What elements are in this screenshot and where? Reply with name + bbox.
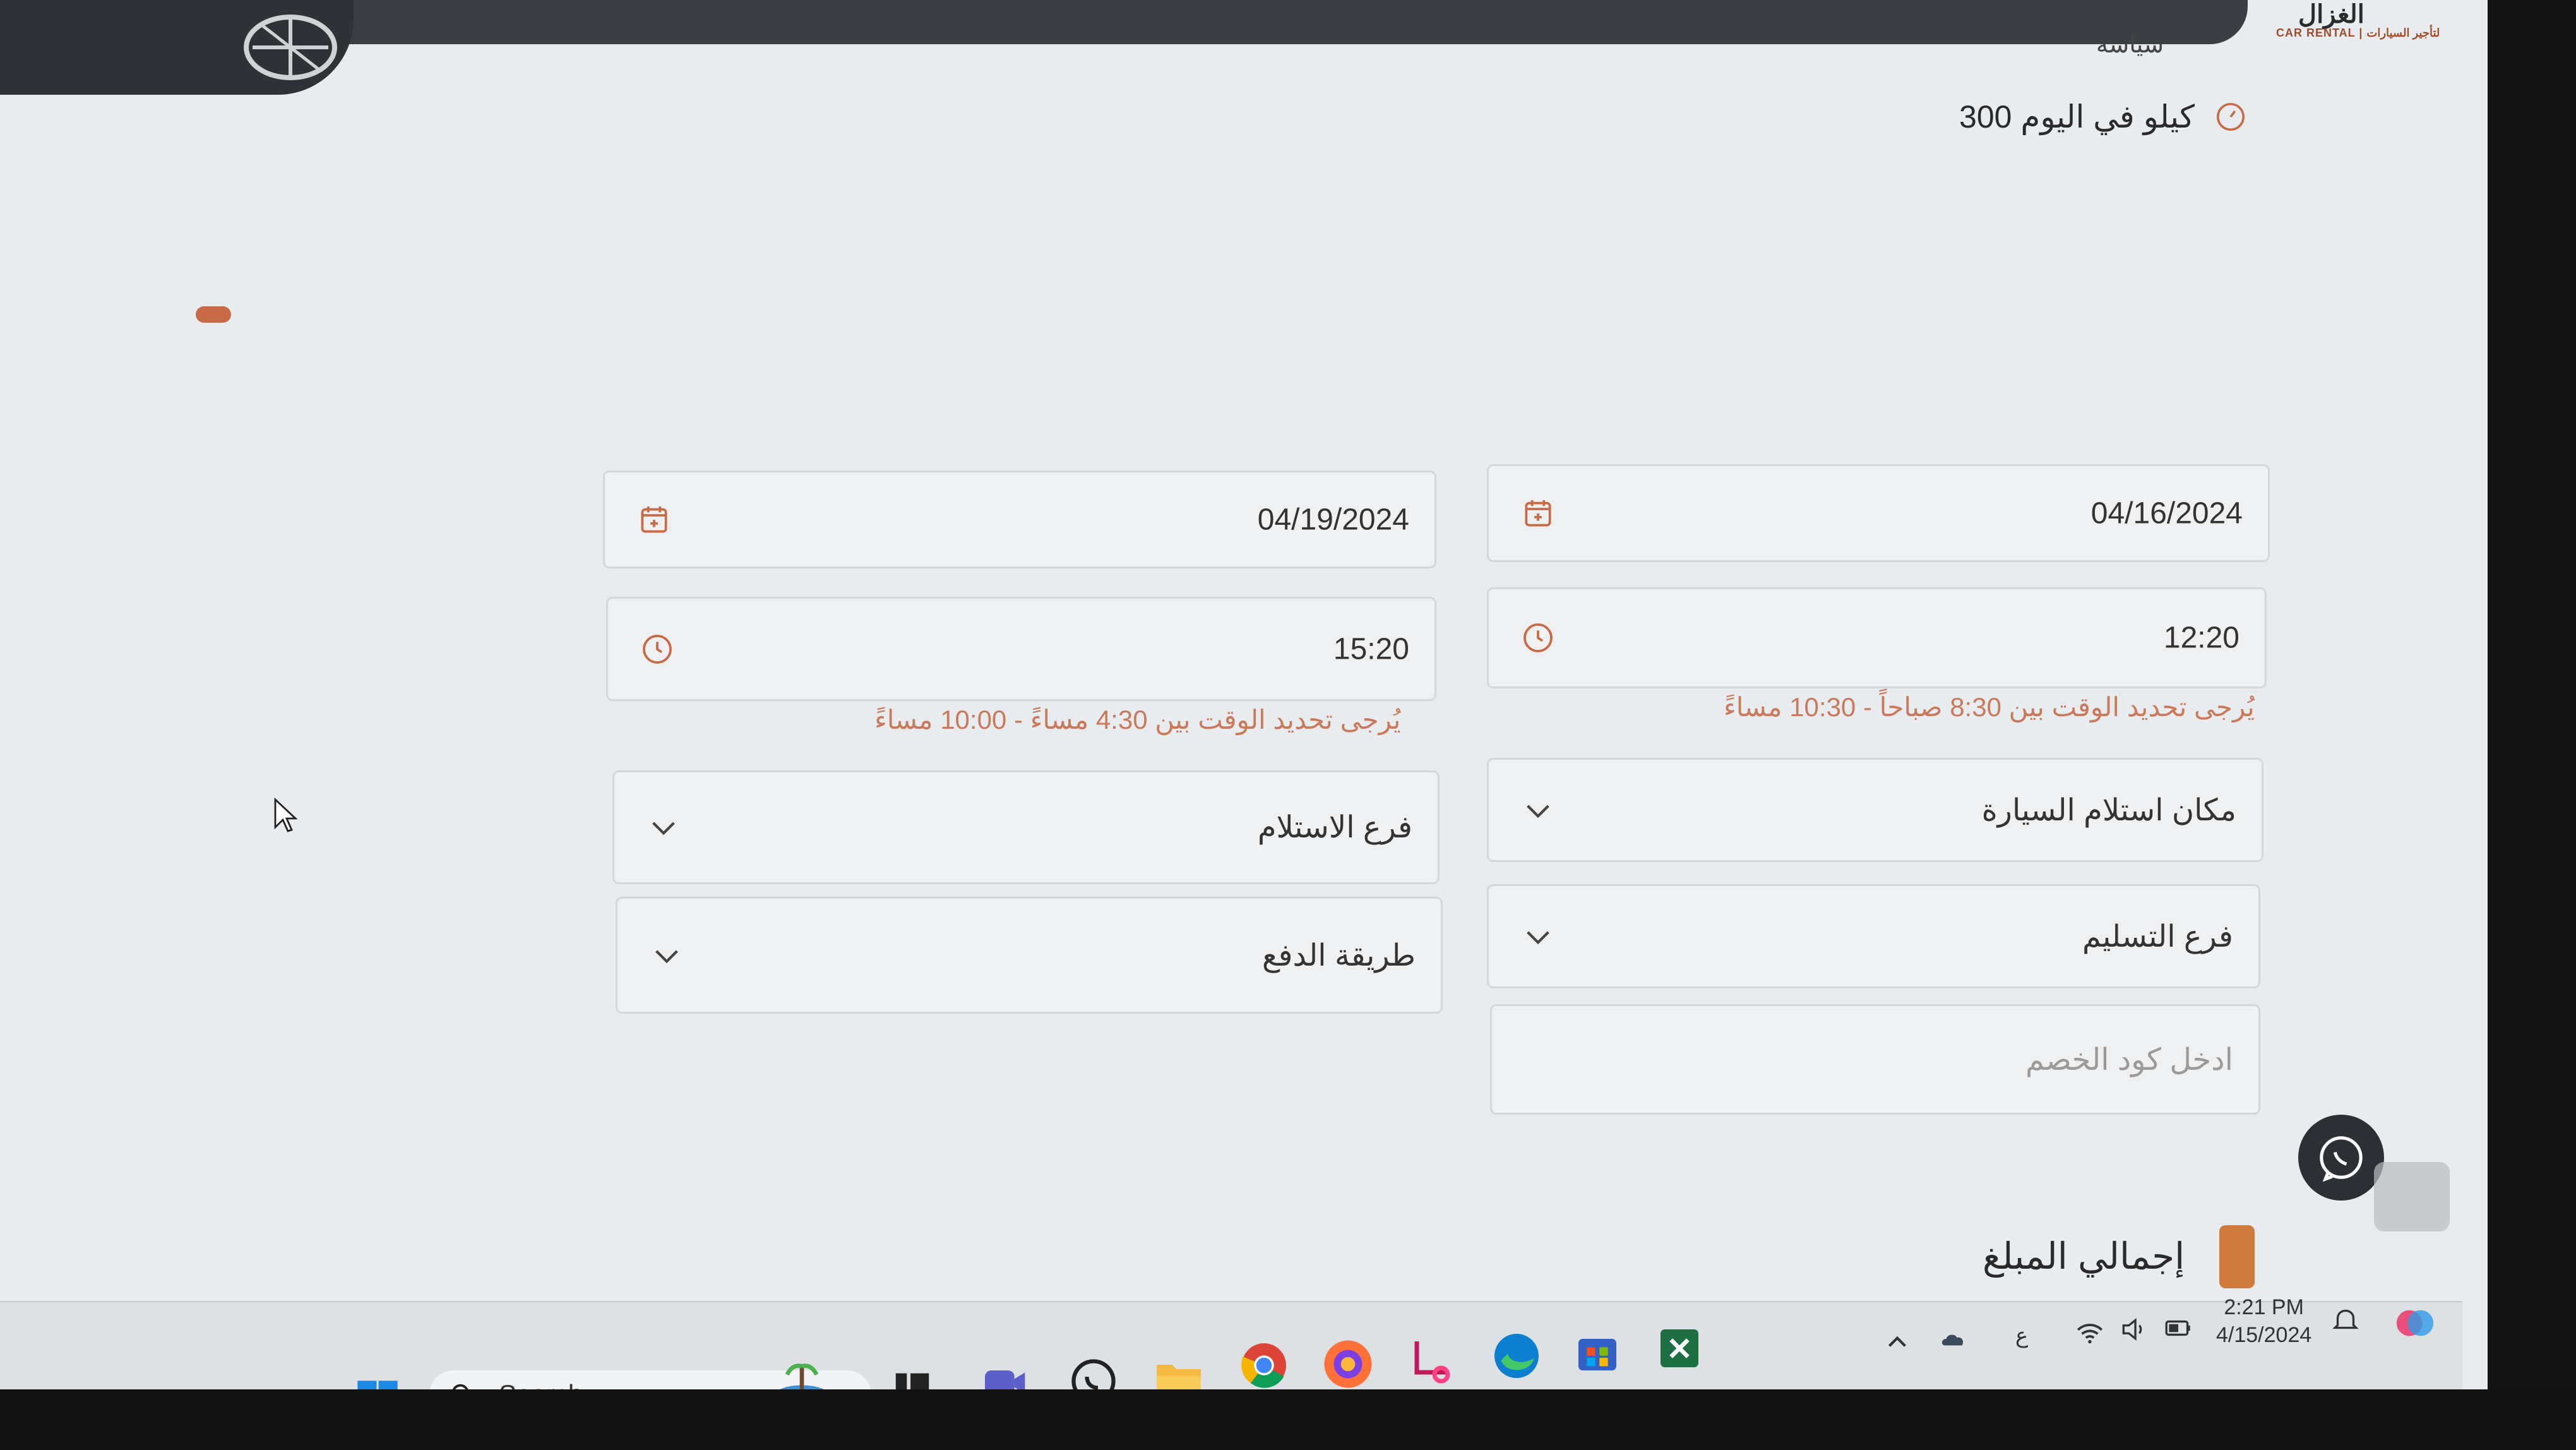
notification-bell-icon[interactable] xyxy=(2330,1304,2361,1336)
calendar-icon xyxy=(1525,500,1551,527)
payment-method-select[interactable]: طريقة الدفع xyxy=(616,897,1443,1014)
discount-code-input[interactable]: ادخل كود الخصم xyxy=(1490,1004,2260,1115)
wifi-icon[interactable] xyxy=(2074,1317,2106,1348)
pickup-location-select[interactable]: مكان استلام السيارة xyxy=(1487,758,2263,862)
pickup-time-hint: يُرجى تحديد الوقت بين 8:30 صباحاً - 10:3… xyxy=(1724,692,2255,722)
pickup-time-value: 12:20 xyxy=(2163,621,2239,655)
clock-time: 2:21 PM xyxy=(2224,1295,2304,1319)
payment-method-label: طريقة الدفع xyxy=(1261,938,1416,973)
store-icon[interactable] xyxy=(1572,1326,1623,1377)
whatsapp-icon xyxy=(2320,1136,2363,1182)
brand-logo[interactable]: الغزال xyxy=(2298,0,2364,29)
mouse-cursor-icon xyxy=(274,797,298,832)
chevron-down-icon xyxy=(1527,931,1549,944)
mileage-info: 300 كيلو في اليوم xyxy=(1957,95,2248,139)
clock-date: 4/15/2024 xyxy=(2216,1323,2312,1347)
return-date-value: 04/19/2024 xyxy=(1257,503,1409,536)
total-amount-label: إجمالي المبلغ xyxy=(1983,1236,2185,1277)
nav-policy-link[interactable]: سياسة xyxy=(2096,30,2164,59)
chevron-down-icon xyxy=(1527,805,1549,818)
volume-icon[interactable] xyxy=(2118,1314,2150,1345)
clock-icon xyxy=(1524,623,1553,652)
delivery-branch-select[interactable]: فرع التسليم xyxy=(1487,884,2260,988)
battery-icon[interactable] xyxy=(2162,1312,2194,1344)
accent-indicator xyxy=(196,306,231,323)
copilot-icon[interactable] xyxy=(2393,1301,2437,1345)
pickup-location-label: مكان استلام السيارة xyxy=(1981,793,2236,827)
chevron-down-icon xyxy=(655,950,678,963)
return-date-field[interactable]: 04/19/2024 xyxy=(603,470,1436,568)
excel-icon[interactable] xyxy=(1654,1323,1705,1374)
discount-code-placeholder: ادخل كود الخصم xyxy=(2025,1043,2233,1077)
pickup-date-value: 04/16/2024 xyxy=(2090,496,2243,530)
show-hidden-icons-chevron[interactable] xyxy=(1881,1326,1913,1358)
edge-icon[interactable] xyxy=(1490,1329,1541,1380)
calendar-icon xyxy=(641,506,667,533)
pickup-date-field[interactable]: 04/16/2024 xyxy=(1487,464,2270,562)
screen-bezel-bottom xyxy=(0,1389,2576,1450)
clock-icon xyxy=(643,634,672,664)
total-accent-bar xyxy=(2219,1225,2255,1288)
edit-floating-button[interactable] xyxy=(2374,1162,2450,1231)
return-time-hint: يُرجى تحديد الوقت بين 4:30 مساءً - 10:00… xyxy=(874,705,1401,734)
return-branch-label: فرع الاستلام xyxy=(1257,811,1412,844)
snipping-tool-icon[interactable] xyxy=(1408,1333,1458,1384)
return-time-value: 15:20 xyxy=(1333,632,1409,666)
whatsapp-chat-button[interactable] xyxy=(2298,1115,2384,1201)
system-clock[interactable]: 2:21 PM 4/15/2024 xyxy=(2216,1293,2311,1349)
input-language-indicator[interactable]: ع xyxy=(2015,1323,2028,1348)
return-branch-select[interactable]: فرع الاستلام xyxy=(612,770,1440,884)
return-time-field[interactable]: 15:20 xyxy=(606,597,1436,701)
car-wheel-graphic xyxy=(244,15,337,80)
speedometer-icon xyxy=(2216,102,2245,131)
mileage-text: 300 كيلو في اليوم xyxy=(1959,99,2195,135)
chevron-down-icon xyxy=(652,822,675,836)
delivery-branch-label: فرع التسليم xyxy=(2082,920,2233,954)
brand-subtitle: CAR RENTAL | لتأجير السيارات xyxy=(2276,27,2440,39)
pickup-time-field[interactable]: 12:20 xyxy=(1487,587,2267,688)
screen-bezel-right xyxy=(2488,0,2576,1450)
firefox-icon[interactable] xyxy=(1320,1336,1372,1388)
chrome-icon[interactable] xyxy=(1237,1339,1288,1389)
onedrive-icon[interactable] xyxy=(1938,1323,1970,1355)
